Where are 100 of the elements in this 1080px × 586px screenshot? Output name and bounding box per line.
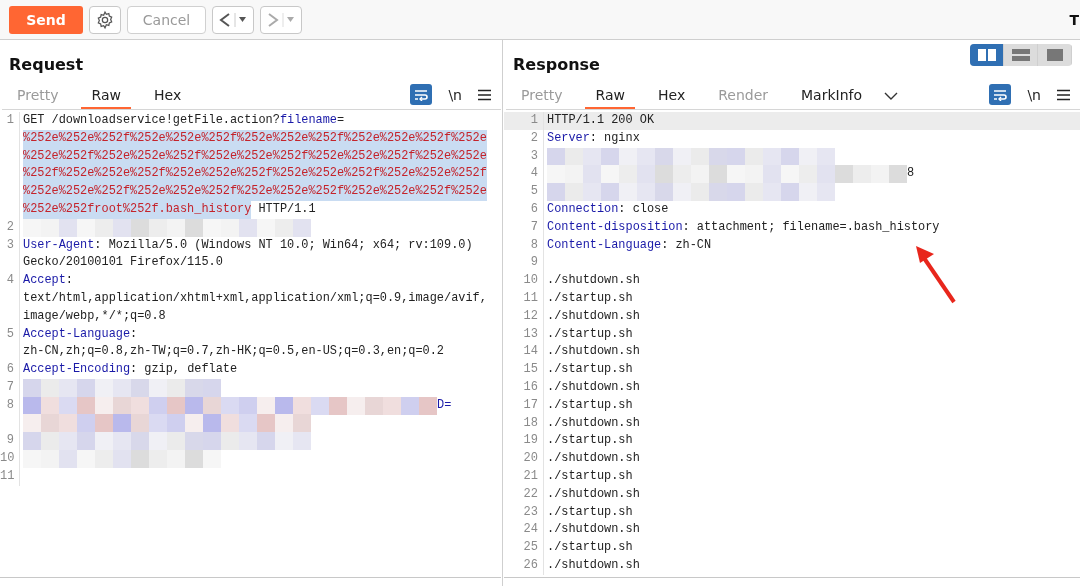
code-text: ./startup.sh [547, 289, 633, 307]
line-number: 20 [504, 450, 544, 468]
panel-title: Request [9, 55, 84, 76]
header-name: filename [279, 112, 337, 129]
code-text: ./startup.sh [547, 503, 633, 521]
line-number: 14 [504, 343, 544, 362]
code-text: ./shutdown.sh [547, 521, 640, 539]
code-text: ./shutdown.sh [547, 378, 640, 396]
line-number: 6 [0, 361, 20, 379]
code-text: ./shutdown.sh [547, 556, 640, 574]
line-number: 2 [0, 218, 20, 237]
back-button[interactable] [212, 5, 254, 34]
code-text: ./shutdown.sh [547, 307, 640, 325]
line-number: 1 [504, 112, 544, 130]
wrap-toggle[interactable] [989, 84, 1012, 105]
line-number: 4 [0, 272, 20, 326]
code-text: image/webp,*/*;q=0.8 [23, 307, 166, 325]
code-text: zh-CN,zh;q=0.8,zh-TW;q=0.7,zh-HK;q=0.5,en-US;q=0.3,en;q=0.2 [23, 343, 444, 361]
line-number: 4 [504, 165, 544, 184]
line-number: 5 [0, 325, 20, 362]
code-text: ./startup.sh [547, 467, 633, 485]
code-text: : gzip, deflate [130, 361, 238, 379]
line-number: 18 [504, 414, 544, 433]
line-number: 3 [504, 147, 544, 166]
panel-title: Response [513, 55, 600, 76]
menu-icon[interactable] [478, 88, 491, 101]
header-name: Server [547, 129, 590, 147]
line-number: 11 [504, 289, 544, 308]
header-name: Content-Language [547, 236, 662, 254]
code-text: ./startup.sh [547, 361, 633, 379]
line-number: 8 [0, 396, 20, 433]
code-text: HTTP/1.1 [257, 201, 316, 218]
code-text: : close [618, 201, 669, 218]
back-caret-icon [218, 10, 248, 29]
wrap-toggle[interactable] [410, 84, 433, 105]
line-number: 9 [0, 432, 20, 451]
menu-icon[interactable] [1057, 88, 1070, 101]
newline-toggle[interactable]: \n [1027, 86, 1041, 103]
code-text: ./shutdown.sh [547, 272, 640, 290]
line-number: 23 [504, 503, 544, 522]
view-tab[interactable]: Hex [143, 82, 192, 109]
code-text: text/html,application/xhtml+xml,application/xml;q=0.9,image/avif, [23, 289, 487, 307]
line-number: 13 [504, 325, 544, 344]
line-number: 16 [504, 378, 544, 397]
header-name: Accept-Language [23, 325, 131, 343]
line-number: 22 [504, 485, 544, 504]
code-text: Gecko/20100101 Firefox/115.0 [23, 254, 223, 272]
line-number: 26 [504, 556, 544, 575]
code-text: ./startup.sh [547, 396, 633, 414]
view-tab[interactable]: Hex [647, 82, 696, 109]
single-pane-icon [1045, 49, 1064, 61]
code-text: : nginx [589, 129, 640, 147]
code-text: ./shutdown.sh [547, 485, 640, 503]
code-text: 8 [907, 165, 915, 183]
wrap-icon [414, 88, 429, 101]
code-text: ./startup.sh [547, 432, 633, 450]
newline-toggle[interactable]: \n [448, 86, 462, 103]
wrap-icon [993, 88, 1008, 101]
header-name: Connection [547, 201, 619, 218]
settings-button[interactable] [89, 5, 121, 34]
line-number: 15 [504, 361, 544, 379]
line-number: 7 [0, 378, 20, 397]
code-text: : [65, 272, 73, 290]
layout-toggle[interactable] [970, 44, 1004, 66]
line-number: 6 [504, 201, 544, 219]
payload-text: %252e%252e%252f%252e%252e%252f%252e%252e%252f%252e%252e%252f%252e [23, 183, 487, 201]
line-number: 19 [504, 432, 544, 451]
settings-icon [95, 9, 115, 30]
line-number: 24 [504, 521, 544, 540]
line-number: 2 [504, 129, 544, 148]
rows-icon [1011, 49, 1030, 61]
code-text: : Mozilla/5.0 (Windows NT 10.0; Win64; x64; rv:109.0) [94, 236, 473, 254]
view-tab[interactable]: Raw [80, 82, 131, 109]
code-text: : [130, 325, 138, 343]
code-text: ./shutdown.sh [547, 343, 640, 361]
line-number: 3 [0, 236, 20, 273]
header-name: D= [437, 396, 452, 414]
code-text: ./shutdown.sh [547, 450, 640, 468]
code-text: HTTP/1.1 200 OK [547, 112, 655, 129]
code-text: ./startup.sh [547, 325, 633, 343]
header-name: Accept-Encoding [23, 361, 131, 379]
line-number: 25 [504, 539, 544, 557]
forward-caret-icon [266, 10, 296, 29]
code-text: ./startup.sh [547, 539, 633, 557]
line-number: 10 [504, 272, 544, 290]
chevron-down-icon[interactable] [884, 92, 899, 100]
header-name: User-Agent [23, 236, 95, 254]
code-text: : attachment; filename=.bash_history [682, 218, 940, 236]
code-text: : zh-CN [661, 236, 712, 254]
line-number: 12 [504, 307, 544, 326]
line-number: 9 [504, 254, 544, 273]
line-number: 10 [0, 450, 20, 468]
line-number: 8 [504, 236, 544, 255]
line-number: 21 [504, 467, 544, 486]
code-text: GET /downloadservice!getFile.action? [23, 112, 280, 129]
view-tab[interactable]: Raw [584, 82, 635, 109]
view-tab[interactable]: MarkInfo [790, 82, 873, 109]
corner-text: T [1069, 11, 1079, 28]
code-text: ./shutdown.sh [547, 414, 640, 432]
code-text: = [337, 112, 345, 129]
